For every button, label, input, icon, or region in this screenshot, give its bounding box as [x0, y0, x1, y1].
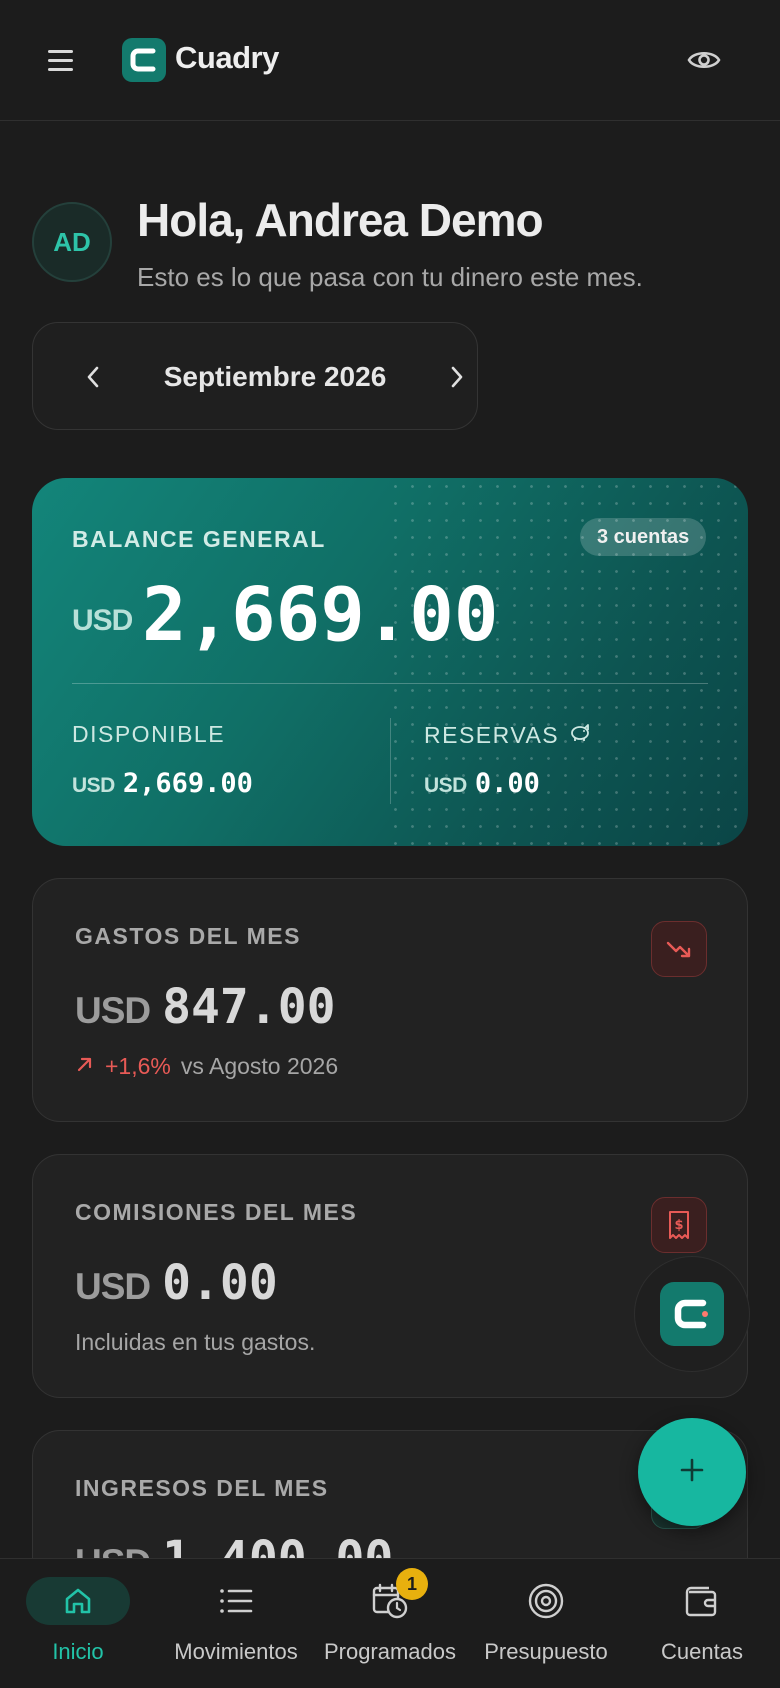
balance-vertical-divider	[390, 718, 391, 804]
available-value: USD 2,669.00	[72, 768, 253, 799]
eye-icon[interactable]	[682, 40, 726, 80]
cuadry-logo-icon	[122, 38, 166, 82]
list-icon	[184, 1577, 288, 1625]
expenses-card[interactable]: GASTOS DEL MES USD 847.00 +1,6% vs Agost…	[32, 878, 748, 1122]
nav-label: Presupuesto	[484, 1639, 608, 1664]
expenses-value: USD 847.00	[75, 979, 336, 1035]
greeting-title: Hola, Andrea Demo	[137, 194, 544, 246]
reserves-amount: 0.00	[474, 768, 540, 799]
available-label: DISPONIBLE	[72, 721, 226, 747]
expenses-currency: USD	[75, 990, 151, 1031]
nav-label: Programados	[323, 1639, 457, 1664]
greeting-subtitle: Esto es lo que pasa con tu dinero este m…	[137, 262, 643, 292]
trending-down-icon	[651, 921, 707, 977]
reserves-label-row: RESERVAS	[424, 721, 593, 749]
expenses-comparison-row: +1,6% vs Agosto 2026	[75, 1053, 338, 1080]
nav-item-movimientos[interactable]: Movimientos	[166, 1559, 306, 1688]
month-label: Septiembre 2026	[163, 361, 387, 392]
balance-amount: 2,669.00	[142, 572, 499, 658]
reserves-label: RESERVAS	[424, 721, 560, 748]
plus-icon	[679, 1457, 705, 1488]
balance-currency: USD	[72, 604, 133, 637]
chevron-left-icon[interactable]	[73, 357, 113, 397]
fees-label: COMISIONES DEL MES	[75, 1199, 358, 1225]
available-amount: 2,669.00	[122, 768, 253, 799]
balance-title: BALANCE GENERAL	[72, 526, 326, 552]
brand-name: Cuadry	[175, 40, 279, 75]
nav-label: Movimientos	[174, 1639, 298, 1664]
reserves-value: USD 0.00	[424, 768, 540, 799]
home-icon	[26, 1577, 130, 1625]
nav-item-presupuesto[interactable]: Presupuesto	[476, 1559, 616, 1688]
available-currency: USD	[72, 774, 115, 797]
nav-item-programados[interactable]: 1 Programados	[318, 1559, 462, 1688]
balance-divider	[72, 683, 708, 684]
balance-card[interactable]: BALANCE GENERAL 3 cuentas USD 2,669.00 D…	[32, 478, 748, 846]
fees-currency: USD	[75, 1266, 151, 1307]
expenses-amount: 847.00	[162, 979, 336, 1035]
expenses-label: GASTOS DEL MES	[75, 923, 301, 949]
reserves-currency: USD	[424, 774, 467, 797]
fees-card[interactable]: COMISIONES DEL MES USD 0.00 Incluidas en…	[32, 1154, 748, 1398]
assistant-floating-button[interactable]	[634, 1256, 750, 1372]
top-bar: Cuadry	[0, 0, 780, 121]
piggy-bank-icon	[569, 721, 593, 749]
hamburger-menu-icon[interactable]	[40, 40, 80, 80]
fees-amount: 0.00	[162, 1255, 278, 1311]
target-icon	[494, 1577, 598, 1625]
chevron-right-icon[interactable]	[437, 357, 477, 397]
expenses-comparison: vs Agosto 2026	[180, 1053, 339, 1079]
expenses-delta: +1,6%	[105, 1053, 171, 1079]
nav-label: Cuentas	[661, 1639, 743, 1664]
calendar-clock-icon: 1	[338, 1568, 442, 1625]
cuadry-logo-icon	[660, 1282, 724, 1346]
receipt-dollar-icon: $	[651, 1197, 707, 1253]
nav-item-cuentas[interactable]: Cuentas	[648, 1559, 756, 1688]
accounts-badge[interactable]: 3 cuentas	[580, 518, 707, 556]
arrow-up-right-icon	[75, 1053, 95, 1080]
month-selector: Septiembre 2026	[32, 322, 478, 430]
bottom-navigation: Inicio Movimientos 1 Programados Presupu…	[0, 1558, 780, 1688]
nav-label: Inicio	[52, 1639, 104, 1664]
income-label: INGRESOS DEL MES	[75, 1475, 329, 1501]
fees-value: USD 0.00	[75, 1255, 278, 1311]
avatar[interactable]: AD	[32, 202, 112, 282]
wallet-icon	[650, 1577, 754, 1625]
svg-text:$: $	[674, 1218, 683, 1233]
fees-note: Incluidas en tus gastos.	[75, 1329, 316, 1355]
add-transaction-button[interactable]	[638, 1418, 746, 1526]
nav-item-inicio[interactable]: Inicio	[26, 1559, 130, 1688]
notification-badge: 1	[396, 1568, 428, 1600]
